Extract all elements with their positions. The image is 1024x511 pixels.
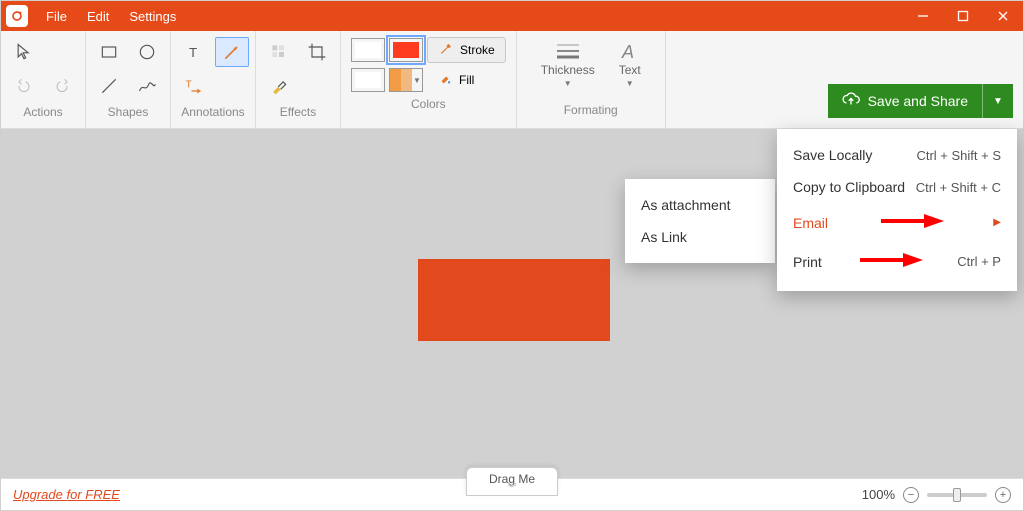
undo-button[interactable]: [7, 71, 41, 101]
minimize-button[interactable]: [903, 1, 943, 31]
secondary-swatch-1[interactable]: [351, 68, 385, 92]
svg-text:T: T: [186, 80, 192, 91]
dd-shortcut: Ctrl + Shift + S: [916, 148, 1001, 163]
arrow-tool[interactable]: [215, 37, 249, 67]
window-controls: [903, 1, 1023, 31]
statusbar: Upgrade for FREE Drag Me ︾ 100% − +: [1, 478, 1023, 510]
submenu-as-link[interactable]: As Link: [625, 221, 775, 253]
zoom-out-button[interactable]: −: [903, 487, 919, 503]
stroke-button[interactable]: Stroke: [427, 37, 506, 63]
text-tool[interactable]: T: [177, 37, 211, 67]
dd-shortcut: Ctrl + Shift + C: [916, 180, 1001, 195]
svg-text:A: A: [621, 42, 634, 61]
dd-label: Save Locally: [793, 147, 872, 163]
group-label-formating: Formating: [531, 99, 651, 119]
dd-print[interactable]: Print Ctrl + P: [777, 242, 1017, 281]
cursor-tool[interactable]: [7, 37, 41, 67]
blur-tool[interactable]: [262, 37, 296, 67]
app-logo: [6, 5, 28, 27]
text-dropdown[interactable]: A Text ▼: [609, 37, 651, 92]
drawn-rectangle[interactable]: [418, 259, 610, 341]
thickness-dropdown[interactable]: Thickness ▼: [531, 37, 605, 92]
ribbon-group-effects: Effects: [256, 31, 341, 128]
email-submenu: As attachment As Link: [625, 179, 775, 263]
save-share-button[interactable]: Save and Share ▼: [828, 84, 1013, 118]
ribbon-group-actions: Actions: [1, 31, 86, 128]
menubar: File Edit Settings: [36, 3, 186, 30]
fill-button[interactable]: Fill: [427, 67, 484, 93]
text-label: Text: [619, 63, 641, 77]
svg-text:T: T: [189, 45, 197, 60]
cloud-upload-icon: [842, 92, 860, 111]
stroke-label: Stroke: [460, 43, 495, 57]
chevron-down-icon: ︾: [489, 486, 535, 491]
fill-label: Fill: [459, 73, 474, 87]
ribbon-group-annotations: T T Annotations: [171, 31, 256, 128]
close-button[interactable]: [983, 1, 1023, 31]
redo-button[interactable]: [45, 71, 79, 101]
group-label-annotations: Annotations: [177, 101, 249, 121]
ribbon-group-formating: Thickness ▼ A Text ▼ Formating: [517, 31, 666, 128]
ribbon-group-colors: Stroke ▼ Fill Colors: [341, 31, 517, 128]
group-label-shapes: Shapes: [92, 101, 164, 121]
highlighter-tool[interactable]: [262, 71, 296, 101]
dd-label: Email: [793, 215, 828, 231]
group-label-effects: Effects: [262, 101, 334, 121]
app-window: File Edit Settings Actions: [0, 0, 1024, 511]
menu-settings[interactable]: Settings: [119, 3, 186, 30]
dd-save-locally[interactable]: Save Locally Ctrl + Shift + S: [777, 139, 1017, 171]
titlebar: File Edit Settings: [1, 1, 1023, 31]
dd-shortcut: Ctrl + P: [957, 254, 1001, 269]
zoom-in-button[interactable]: +: [995, 487, 1011, 503]
zoom-slider-thumb[interactable]: [953, 488, 961, 502]
chevron-down-icon: ▼: [993, 96, 1003, 107]
fill-color-swatch[interactable]: [389, 38, 423, 62]
annotation-arrow-icon: [855, 250, 925, 273]
dd-label: Print: [793, 254, 822, 270]
ribbon-group-shapes: Shapes: [86, 31, 171, 128]
zoom-value: 100%: [862, 487, 895, 502]
drag-handle[interactable]: Drag Me ︾: [466, 467, 558, 496]
line-tool[interactable]: [92, 71, 126, 101]
dd-email[interactable]: Email ▶: [777, 203, 1017, 242]
menu-file[interactable]: File: [36, 3, 77, 30]
submenu-as-attachment[interactable]: As attachment: [625, 189, 775, 221]
menu-edit[interactable]: Edit: [77, 3, 119, 30]
freehand-tool[interactable]: [130, 71, 164, 101]
save-share-dropdown: Save Locally Ctrl + Shift + S Copy to Cl…: [777, 129, 1017, 291]
save-share-dropdown-toggle[interactable]: ▼: [983, 84, 1013, 118]
secondary-swatch-2[interactable]: ▼: [389, 68, 423, 92]
ribbon: Actions Shapes T: [1, 31, 1023, 129]
canvas[interactable]: As attachment As Link Save Locally Ctrl …: [1, 129, 1023, 478]
rectangle-tool[interactable]: [92, 37, 126, 67]
crop-tool[interactable]: [300, 37, 334, 67]
upgrade-link[interactable]: Upgrade for FREE: [13, 487, 120, 502]
zoom-slider[interactable]: [927, 493, 987, 497]
dd-copy-clipboard[interactable]: Copy to Clipboard Ctrl + Shift + C: [777, 171, 1017, 203]
stroke-color-swatch[interactable]: [351, 38, 385, 62]
group-label-colors: Colors: [351, 93, 506, 113]
thickness-label: Thickness: [541, 63, 595, 77]
annotation-arrow-icon: [876, 211, 946, 234]
group-label-actions: Actions: [7, 101, 79, 121]
maximize-button[interactable]: [943, 1, 983, 31]
chevron-right-icon: ▶: [993, 217, 1001, 228]
zoom-controls: 100% − +: [862, 487, 1011, 503]
ellipse-tool[interactable]: [130, 37, 164, 67]
save-share-label: Save and Share: [868, 93, 968, 109]
dd-label: Copy to Clipboard: [793, 179, 905, 195]
text-arrow-tool[interactable]: T: [177, 71, 211, 101]
